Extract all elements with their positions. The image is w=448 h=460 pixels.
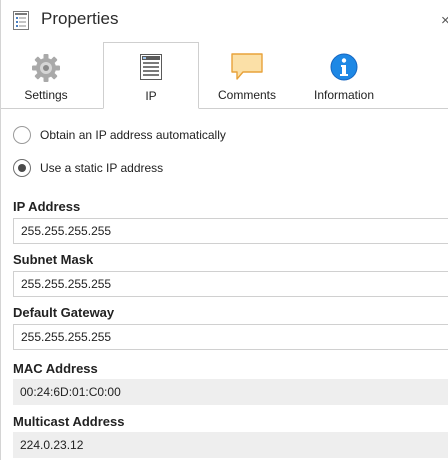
tab-label: Information [313, 88, 375, 102]
info-icon [330, 53, 358, 81]
gear-icon [32, 54, 60, 82]
properties-icon [13, 11, 29, 30]
tab-ip[interactable]: IP [103, 42, 199, 109]
tab-information[interactable]: Information [299, 42, 389, 108]
radio-use-static[interactable]: Use a static IP address [13, 157, 163, 179]
mac-address-value: 00:24:6D:01:C0:00 [13, 379, 448, 405]
panel-header: Properties × [1, 0, 448, 43]
tab-label: Comments [217, 88, 276, 102]
radio-label: Use a static IP address [40, 161, 164, 175]
subnet-mask-label: Subnet Mask [13, 252, 94, 267]
properties-panel: Properties × Settings IP Comments Inform… [0, 0, 448, 460]
tab-label: IP [145, 89, 157, 103]
subnet-mask-input[interactable] [13, 271, 448, 297]
radio-label: Obtain an IP address automatically [40, 128, 226, 142]
multicast-address-value: 224.0.23.12 [13, 432, 448, 458]
tab-label: Settings [24, 88, 68, 102]
tab-bar: Settings IP Comments Information [1, 42, 448, 109]
default-gateway-input[interactable] [13, 324, 448, 350]
radio-obtain-automatically[interactable]: Obtain an IP address automatically [13, 124, 226, 146]
close-icon[interactable]: × [441, 12, 448, 29]
radio-button-selected[interactable] [13, 159, 31, 177]
default-gateway-label: Default Gateway [13, 305, 115, 320]
radio-button[interactable] [13, 126, 31, 144]
ip-list-icon [140, 54, 162, 80]
tab-comments[interactable]: Comments [205, 42, 289, 108]
tab-settings[interactable]: Settings [1, 42, 91, 108]
ip-address-input[interactable] [13, 218, 448, 244]
panel-title: Properties [41, 9, 119, 28]
multicast-address-label: Multicast Address [13, 414, 125, 429]
comment-icon [231, 53, 263, 80]
mac-address-label: MAC Address [13, 361, 98, 376]
ip-address-label: IP Address [13, 199, 81, 214]
